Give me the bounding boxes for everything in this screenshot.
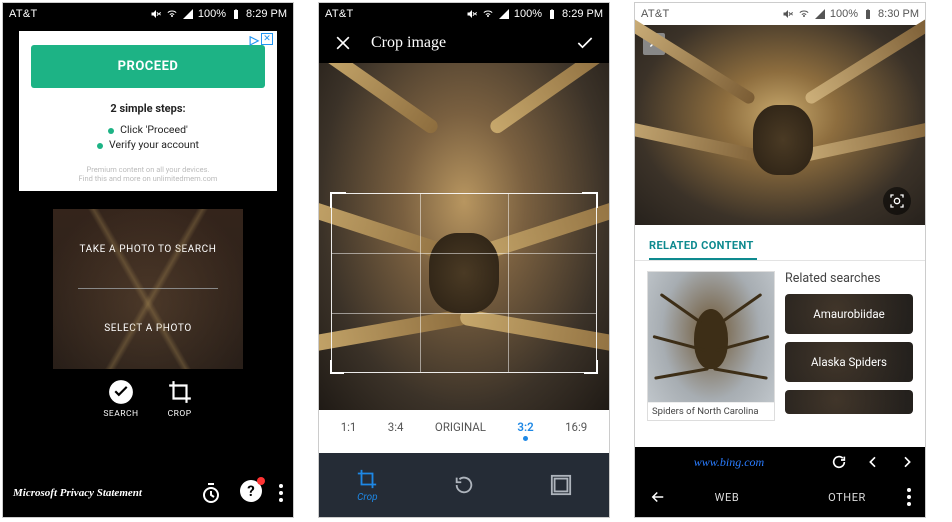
overflow-menu-icon[interactable] <box>907 488 911 506</box>
status-time: 8:29 PM <box>562 8 603 20</box>
crop-toolbar: Crop <box>319 453 609 517</box>
result-caption: Spiders of North Carolina <box>648 402 774 420</box>
privacy-link[interactable]: Microsoft Privacy Statement <box>13 487 142 499</box>
overflow-menu-icon[interactable] <box>279 484 283 502</box>
ad-footer: Premium content on all your devices. Fin… <box>25 165 271 187</box>
status-bar: AT&T 100% 8:30 PM <box>635 3 925 25</box>
select-photo-button[interactable]: SELECT A PHOTO <box>104 323 192 334</box>
crop-icon <box>167 379 193 405</box>
expand-tab[interactable] <box>550 474 572 496</box>
related-chip-3[interactable] <box>785 390 913 414</box>
ad-step-2: Verify your account <box>97 138 199 151</box>
url-text[interactable]: www.bing.com <box>645 455 813 470</box>
nav-back-icon[interactable] <box>649 488 667 506</box>
query-image: ✕ <box>635 25 925 225</box>
mute-icon <box>782 8 794 20</box>
battery-icon <box>230 8 242 20</box>
wifi-icon <box>166 8 178 20</box>
battery-percent: 100% <box>514 8 542 20</box>
search-check-icon <box>108 379 134 405</box>
battery-icon <box>546 8 558 20</box>
crop-frame[interactable] <box>331 193 597 373</box>
screenshot-2: AT&T 100% 8:29 PM Crop image 1:1 3: <box>318 2 610 518</box>
browser-bottom-nav: WEB OTHER <box>635 477 925 517</box>
take-photo-button[interactable]: TAKE A PHOTO TO SEARCH <box>79 244 216 255</box>
timer-icon[interactable] <box>199 481 223 505</box>
help-button[interactable]: ? <box>239 479 263 507</box>
status-bar: AT&T 100% 8:29 PM <box>319 3 609 25</box>
related-chip-1[interactable]: Amaurobiidae <box>785 294 913 334</box>
result-card[interactable]: Spiders of North Carolina <box>647 271 775 421</box>
status-time: 8:29 PM <box>246 8 287 20</box>
carrier-label: AT&T <box>9 8 38 20</box>
battery-percent: 100% <box>830 8 858 20</box>
related-searches-title: Related searches <box>785 271 913 286</box>
signal-icon <box>182 8 194 20</box>
ad-card: ▷ ✕ PROCEED 2 simple steps: Click 'Proce… <box>19 31 277 191</box>
mute-icon <box>466 8 478 20</box>
battery-percent: 100% <box>198 8 226 20</box>
ad-info-icon[interactable]: ▷ <box>250 33 259 47</box>
visual-search-icon[interactable] <box>883 187 911 215</box>
rotate-icon <box>453 474 475 496</box>
crop-action[interactable]: CROP <box>167 379 193 419</box>
proceed-button[interactable]: PROCEED <box>31 45 265 88</box>
aspect-ratio-bar: 1:1 3:4 ORIGINAL 3:2 16:9 <box>319 410 609 453</box>
rotate-tab[interactable] <box>453 474 475 496</box>
signal-icon <box>814 8 826 20</box>
ratio-3-2[interactable]: 3:2 <box>517 420 533 441</box>
reload-icon[interactable] <box>831 454 847 470</box>
ad-step-1: Click 'Proceed' <box>108 123 188 136</box>
nav-other[interactable]: OTHER <box>787 491 907 504</box>
forward-icon[interactable] <box>899 454 915 470</box>
nav-web[interactable]: WEB <box>667 491 787 504</box>
expand-icon <box>550 474 572 496</box>
signal-icon <box>498 8 510 20</box>
browser-url-bar: www.bing.com <box>635 447 925 477</box>
status-time: 8:30 PM <box>878 8 919 20</box>
crop-canvas[interactable] <box>319 63 609 410</box>
panel-divider <box>78 288 217 289</box>
crop-title: Crop image <box>371 34 557 52</box>
photo-panel: TAKE A PHOTO TO SEARCH SELECT A PHOTO <box>53 209 243 369</box>
tab-related-content[interactable]: RELATED CONTENT <box>635 225 925 252</box>
close-icon[interactable] <box>333 33 353 53</box>
related-chip-2[interactable]: Alaska Spiders <box>785 342 913 382</box>
ratio-16-9[interactable]: 16:9 <box>565 420 587 434</box>
carrier-label: AT&T <box>641 8 670 20</box>
battery-icon <box>862 8 874 20</box>
crop-tab[interactable]: Crop <box>356 468 378 503</box>
search-action[interactable]: SEARCH <box>103 379 138 419</box>
ad-close-icon[interactable]: ✕ <box>261 33 273 45</box>
status-bar: AT&T 100% 8:29 PM <box>3 3 293 25</box>
ad-steps-title: 2 simple steps: <box>25 102 271 115</box>
crop-icon <box>356 468 378 490</box>
wifi-icon <box>482 8 494 20</box>
mute-icon <box>150 8 162 20</box>
confirm-icon[interactable] <box>575 33 595 53</box>
ratio-original[interactable]: ORIGINAL <box>435 420 486 434</box>
screenshot-3: AT&T 100% 8:30 PM ✕ RELATED CONTENT <box>634 2 926 518</box>
carrier-label: AT&T <box>325 8 354 20</box>
wifi-icon <box>798 8 810 20</box>
ratio-1-1[interactable]: 1:1 <box>341 420 357 434</box>
screenshot-1: AT&T 100% 8:29 PM ▷ ✕ PROCEED 2 simple s… <box>2 2 294 518</box>
svg-text:?: ? <box>247 482 254 500</box>
ratio-3-4[interactable]: 3:4 <box>388 420 404 434</box>
notification-dot <box>257 477 265 485</box>
back-icon[interactable] <box>865 454 881 470</box>
